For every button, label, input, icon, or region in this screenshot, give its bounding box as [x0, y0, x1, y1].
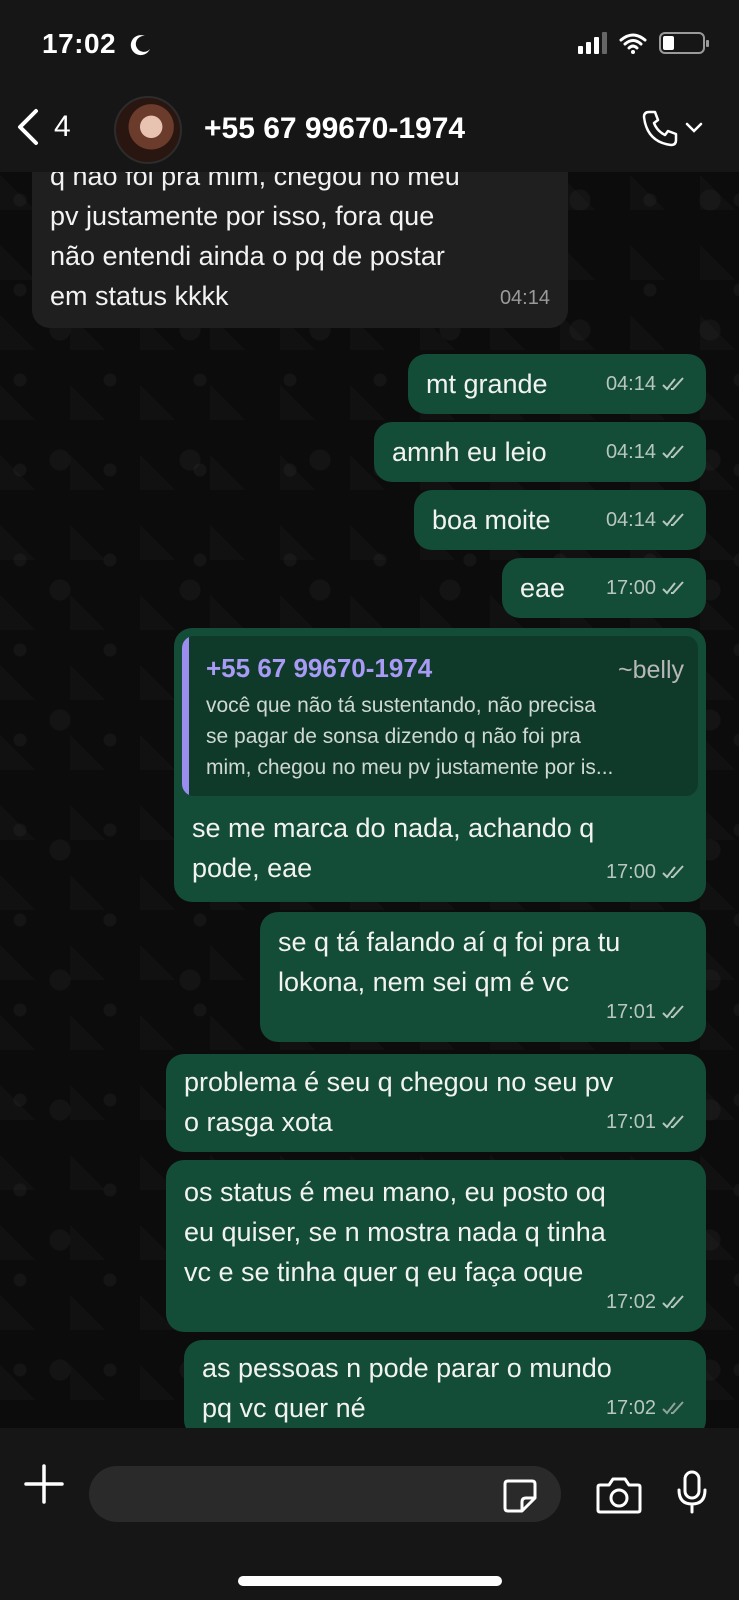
back-button[interactable]: 4	[16, 108, 71, 146]
quoted-handle: ~belly	[617, 656, 684, 684]
plus-icon[interactable]	[24, 1464, 64, 1504]
message-bubble-outgoing[interactable]: mt grande 04:14	[408, 354, 706, 414]
double-check-icon	[662, 377, 684, 391]
double-check-icon	[662, 445, 684, 459]
message-time: 17:00	[605, 861, 656, 883]
double-check-icon	[662, 581, 684, 595]
contact-name[interactable]: +55 67 99670-1974	[204, 112, 465, 146]
composer-bar	[0, 1428, 739, 1600]
avatar[interactable]	[114, 96, 182, 164]
message-time: 17:01	[605, 1001, 656, 1023]
moon-icon	[130, 35, 150, 56]
signal-icon	[578, 32, 607, 54]
message-line: amnh eu leio	[392, 437, 547, 467]
double-check-icon	[662, 1005, 684, 1019]
message-line: se q tá falando aí q foi pra tu	[278, 927, 621, 957]
message-time: 04:14	[605, 509, 656, 531]
message-line: problema é seu q chegou no seu pv	[184, 1067, 614, 1097]
message-meta: 17:00	[606, 568, 688, 608]
chevron-down-icon	[685, 122, 703, 133]
message-bubble-outgoing[interactable]: amnh eu leio 04:14	[374, 422, 706, 482]
message-bubble-outgoing[interactable]: boa moite 04:14	[414, 490, 706, 550]
message-line: se me marca do nada, achando q	[192, 813, 595, 843]
double-check-icon	[662, 1295, 684, 1309]
camera-icon[interactable]	[596, 1476, 642, 1514]
message-line: eu quiser, se n mostra nada q tinha	[184, 1217, 606, 1247]
message-line: mt grande	[426, 369, 548, 399]
phone-icon	[642, 110, 678, 147]
message-bubble-outgoing-reply[interactable]: +55 67 99670-1974 ~belly você que não tá…	[174, 628, 706, 902]
quote-accent-bar	[182, 636, 189, 796]
microphone-icon[interactable]	[676, 1470, 708, 1516]
message-line: boa moite	[432, 505, 551, 535]
double-check-icon	[662, 865, 684, 879]
message-line: vc e se tinha quer q eu faça oque	[184, 1257, 584, 1287]
message-bubble-outgoing[interactable]: se q tá falando aí q foi pra tu lokona, …	[260, 912, 706, 1042]
quoted-author: +55 67 99670-1974	[206, 653, 433, 683]
message-bubble-outgoing[interactable]: eae 17:00	[502, 558, 706, 618]
call-button[interactable]	[641, 108, 703, 148]
quoted-line: você que não tá sustentando, não precisa	[206, 694, 596, 717]
quoted-message[interactable]: +55 67 99670-1974 ~belly você que não tá…	[182, 636, 698, 796]
message-meta: 17:02	[606, 1282, 688, 1322]
message-time: 17:00	[605, 577, 656, 599]
quoted-line: mim, chegou no meu pv justamente por is.…	[206, 756, 614, 779]
message-meta: 04:14	[606, 432, 688, 472]
message-meta: 17:01	[606, 992, 688, 1032]
message-line: eae	[520, 573, 566, 603]
battery-icon	[659, 32, 709, 54]
status-time: 17:02	[42, 28, 117, 59]
message-line: em status kkkk	[50, 281, 229, 311]
message-bubble-outgoing[interactable]: os status é meu mano, eu posto oq eu qui…	[166, 1160, 706, 1332]
wifi-icon	[619, 33, 647, 54]
message-meta: 04:14	[606, 500, 688, 540]
message-line: não entendi ainda o pq de postar	[50, 241, 445, 271]
back-chevron-icon	[18, 109, 38, 145]
message-time: 04:14	[605, 373, 656, 395]
message-meta: 04:14	[500, 278, 550, 318]
message-meta: 17:00	[606, 852, 688, 892]
message-time: 17:01	[605, 1111, 656, 1133]
message-line: pq vc quer né	[202, 1393, 366, 1423]
message-meta: 17:01	[606, 1102, 688, 1142]
message-line: o rasga xota	[184, 1107, 333, 1137]
message-time: 17:02	[605, 1291, 656, 1313]
message-time: 17:02	[605, 1397, 656, 1419]
message-bubble-incoming[interactable]: q não foi pra mim, chegou no meu pv just…	[32, 146, 568, 328]
quoted-line: se pagar de sonsa dizendo q não foi pra	[206, 725, 581, 748]
sticker-icon[interactable]	[502, 1478, 538, 1514]
message-time: 04:14	[499, 287, 550, 309]
message-bubble-outgoing[interactable]: as pessoas n pode parar o mundo pq vc qu…	[184, 1340, 706, 1438]
chat-header: 17:02 4 +55 67 99670-1974	[0, 0, 739, 172]
double-check-icon	[662, 1115, 684, 1129]
message-line: pode, eae	[192, 853, 313, 883]
message-meta: 04:14	[606, 364, 688, 404]
message-line: os status é meu mano, eu posto oq	[184, 1177, 606, 1207]
home-indicator[interactable]	[238, 1576, 502, 1586]
message-line: as pessoas n pode parar o mundo	[202, 1353, 612, 1383]
status-icons	[578, 32, 709, 54]
message-bubble-outgoing[interactable]: problema é seu q chegou no seu pv o rasg…	[166, 1054, 706, 1152]
message-meta: 17:02	[606, 1388, 688, 1428]
message-line: pv justamente por isso, fora que	[50, 201, 435, 231]
double-check-icon	[662, 513, 684, 527]
message-line: lokona, nem sei qm é vc	[278, 967, 570, 997]
message-input[interactable]	[89, 1466, 561, 1522]
chat-area[interactable]: q não foi pra mim, chegou no meu pv just…	[0, 0, 739, 1458]
double-check-icon	[662, 1401, 684, 1415]
message-time: 04:14	[605, 441, 656, 463]
unread-count: 4	[54, 110, 71, 143]
